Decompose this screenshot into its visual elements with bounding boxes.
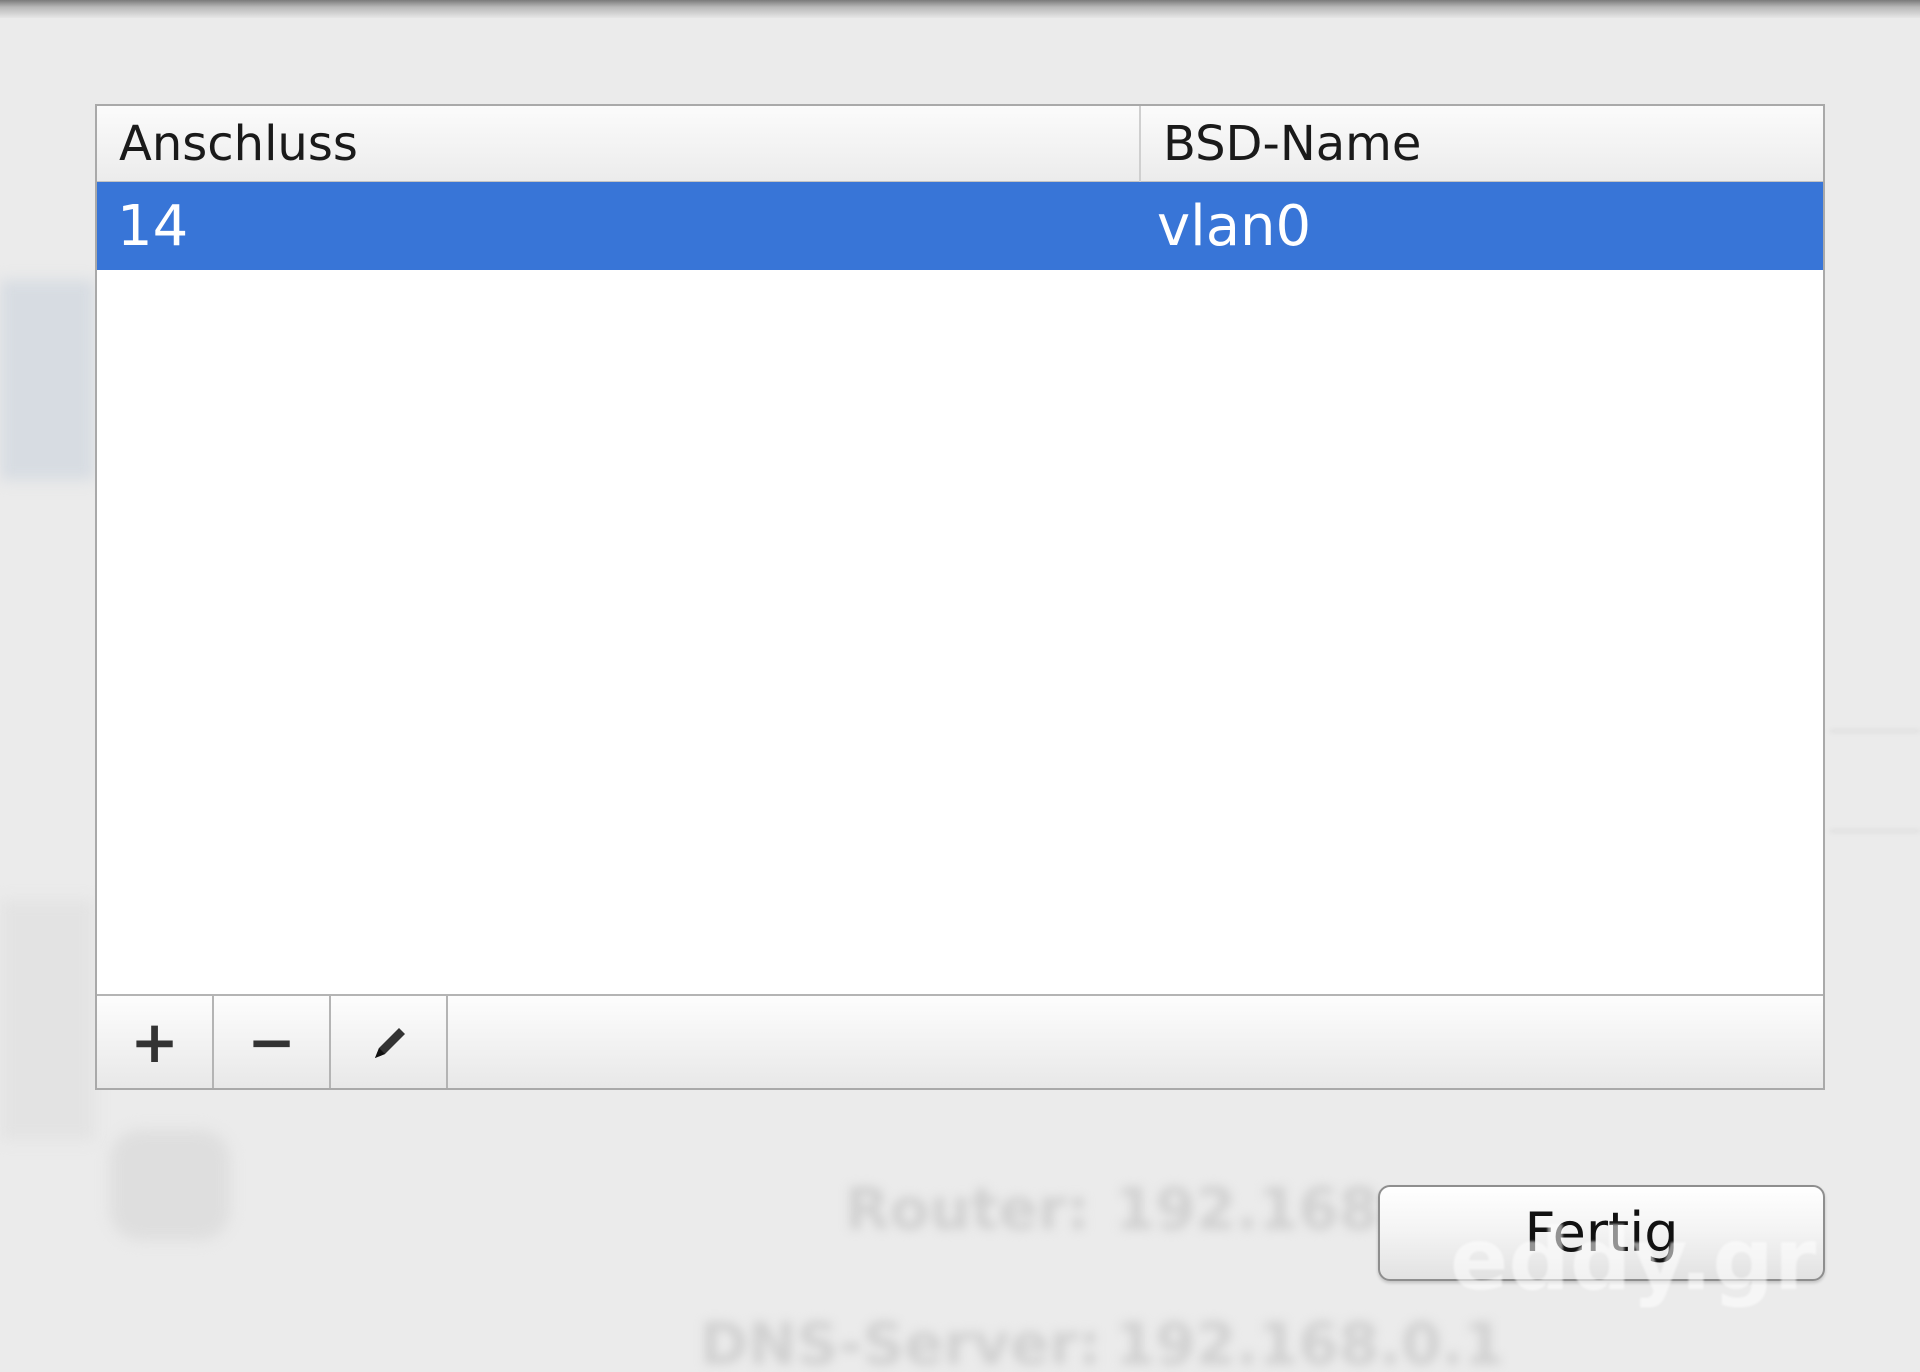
cell-anschluss: 14 bbox=[117, 194, 189, 259]
remove-button[interactable]: − bbox=[214, 996, 331, 1088]
background-dns-label: DNS-Server: bbox=[700, 1310, 1102, 1372]
plus-icon: + bbox=[130, 1008, 179, 1076]
minus-icon: − bbox=[247, 1008, 296, 1076]
table-toolbar: + − bbox=[97, 994, 1823, 1088]
background-dns-value: 192.168.0.1 bbox=[1115, 1310, 1504, 1372]
cell-bsd-name: vlan0 bbox=[1157, 194, 1312, 259]
column-header-anschluss[interactable]: Anschluss bbox=[97, 106, 1139, 182]
add-button[interactable]: + bbox=[97, 996, 214, 1088]
background-divider bbox=[1830, 830, 1920, 832]
background-divider bbox=[1830, 730, 1920, 732]
vlan-table: Anschluss BSD-Name 14 vlan0 + − bbox=[95, 104, 1825, 1090]
pencil-icon bbox=[374, 1028, 405, 1058]
background-panel bbox=[0, 280, 95, 480]
background-router-label: Router: bbox=[845, 1175, 1090, 1243]
background-network-icon bbox=[110, 1130, 230, 1240]
background-router-value: 192.168. bbox=[1115, 1175, 1402, 1243]
background-panel bbox=[0, 900, 95, 1140]
table-body: 14 vlan0 bbox=[97, 182, 1823, 270]
watermark: eddy.gr bbox=[1450, 1210, 1817, 1310]
column-header-bsd-name[interactable]: BSD-Name bbox=[1139, 106, 1825, 182]
table-header: Anschluss BSD-Name bbox=[97, 106, 1823, 182]
window-top-shadow bbox=[0, 0, 1920, 18]
edit-button[interactable] bbox=[331, 996, 448, 1088]
table-row[interactable]: 14 vlan0 bbox=[97, 182, 1823, 270]
